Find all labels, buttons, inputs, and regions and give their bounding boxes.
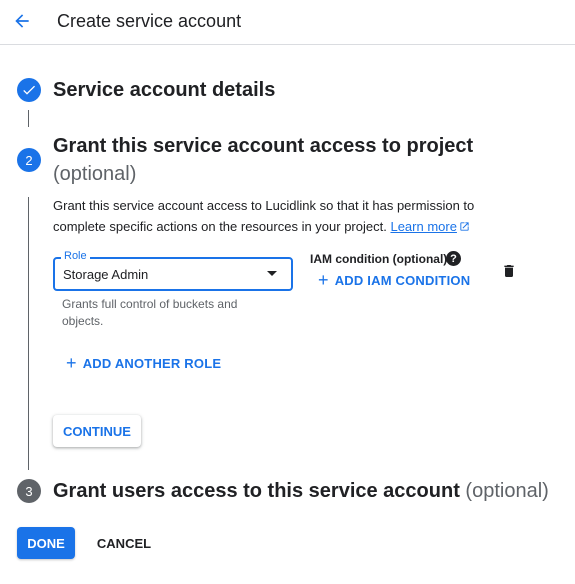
delete-role-button[interactable] <box>500 262 518 280</box>
learn-more-label: Learn more <box>390 219 457 234</box>
add-another-role-button[interactable]: + ADD ANOTHER ROLE <box>66 353 222 373</box>
step-2-optional-label: (optional) <box>53 163 137 185</box>
role-value: Storage Admin <box>63 267 149 282</box>
step-connector <box>28 197 29 470</box>
external-link-icon <box>460 222 469 231</box>
continue-button[interactable]: CONTINUE <box>53 415 141 447</box>
step-3-title[interactable]: Grant users access to this service accou… <box>53 480 549 503</box>
step-connector <box>28 110 29 127</box>
back-button[interactable] <box>10 9 34 33</box>
dropdown-caret-icon <box>267 271 277 276</box>
page-title: Create service account <box>57 11 242 31</box>
step-2-marker: 2 <box>17 148 41 172</box>
arrow-back-icon <box>15 14 29 28</box>
plus-icon: + <box>66 353 77 373</box>
grant-description: Grant this service account access to Luc… <box>53 195 493 237</box>
add-iam-condition-button[interactable]: + ADD IAM CONDITION <box>318 270 471 290</box>
step-1-title[interactable]: Service account details <box>53 79 275 102</box>
step-2-title: Grant this service account access to pro… <box>53 135 474 157</box>
add-iam-condition-label: ADD IAM CONDITION <box>334 272 471 288</box>
create-service-account-page: Create service account Service account d… <box>0 0 575 584</box>
step-3-title-text: Grant users access to this service accou… <box>53 480 460 502</box>
iam-condition-label: IAM condition (optional) <box>310 252 448 266</box>
step-3-optional-label: (optional) <box>465 480 549 502</box>
cancel-button[interactable]: CANCEL <box>90 527 158 559</box>
page-header: Create service account <box>0 0 575 45</box>
role-select[interactable]: Role Storage Admin <box>53 250 293 291</box>
step-3-marker: 3 <box>17 479 41 503</box>
step-1-complete-marker <box>17 78 41 102</box>
learn-more-link[interactable]: Learn more <box>390 219 469 234</box>
plus-icon: + <box>318 270 329 290</box>
role-label: Role <box>61 250 90 262</box>
role-description: Grants full control of buckets and objec… <box>62 297 238 328</box>
add-another-role-label: ADD ANOTHER ROLE <box>82 355 222 371</box>
help-icon[interactable]: ? <box>446 251 461 266</box>
check-icon <box>23 85 35 95</box>
trash-icon <box>504 265 514 277</box>
done-button[interactable]: DONE <box>17 527 75 559</box>
